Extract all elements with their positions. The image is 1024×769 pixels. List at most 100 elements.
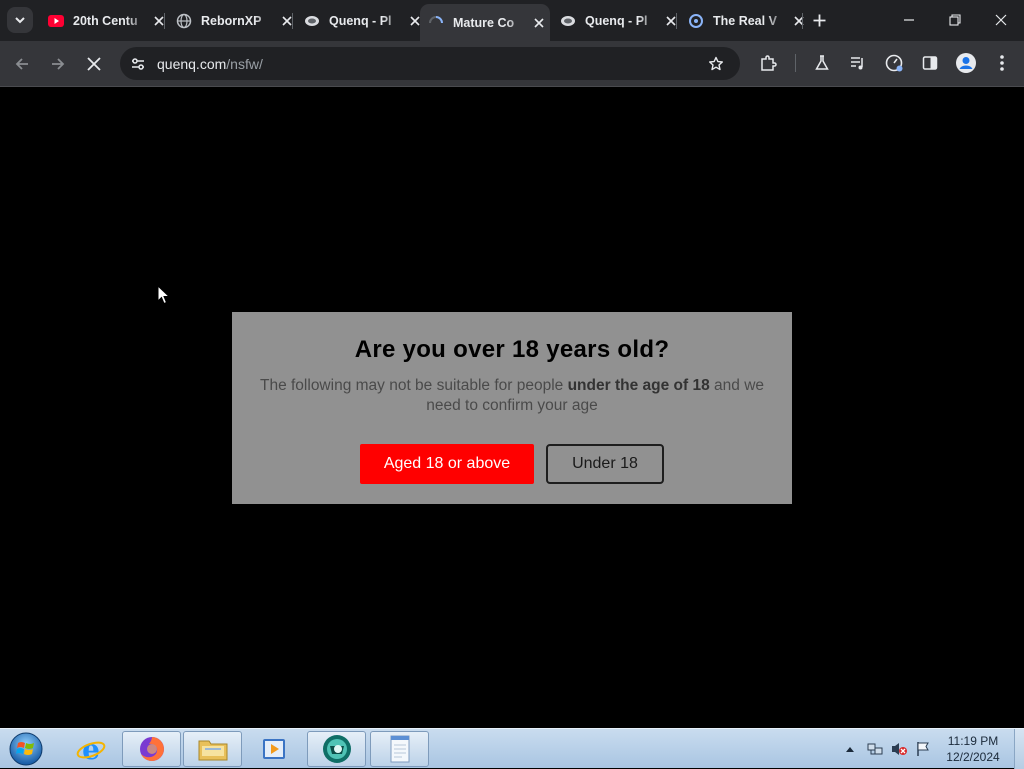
action-center-tray-button[interactable] [913, 729, 933, 769]
tab-separator [164, 13, 165, 29]
tab-title: Quenq - Pl [585, 14, 648, 28]
back-button[interactable] [10, 52, 34, 76]
firefox-icon [139, 737, 164, 761]
age-verification-dialog: Are you over 18 years old? The following… [232, 312, 792, 504]
tab-title: RebornXP [201, 14, 262, 28]
taskbar-internet-explorer[interactable]: e [61, 731, 120, 767]
start-button[interactable] [6, 730, 46, 768]
url-path: /nsfw/ [226, 56, 263, 72]
clock-time: 11:19 PM [947, 734, 999, 748]
dialog-message: The following may not be suitable for pe… [257, 376, 767, 416]
message-text: The following may not be suitable for pe… [259, 377, 568, 394]
mouse-cursor-icon [157, 284, 171, 310]
close-icon [995, 14, 1007, 26]
tab-search-button[interactable] [7, 7, 33, 33]
taskbar: e 11:19 PM 12/2/2024 [0, 728, 1024, 769]
confirm-age-button[interactable]: Aged 18 or above [360, 444, 534, 484]
tab-quenq-1[interactable]: Quenq - Pl [296, 6, 423, 36]
network-tray-button[interactable] [865, 729, 885, 769]
close-icon[interactable] [791, 13, 807, 29]
flask-icon [815, 55, 829, 70]
stop-loading-button[interactable] [82, 52, 106, 76]
quenq-icon [560, 13, 576, 29]
show-hidden-icons-button[interactable] [843, 729, 857, 769]
tune-icon [132, 58, 144, 70]
dialog-title: Are you over 18 years old? [354, 336, 670, 363]
media-player-icon [262, 739, 285, 759]
menu-button[interactable] [991, 52, 1013, 74]
close-icon[interactable] [531, 15, 547, 31]
message-emphasis: under the age of 18 [567, 377, 710, 394]
flag-icon [917, 742, 929, 756]
tab-title: The Real V [713, 14, 777, 28]
address-bar[interactable]: quenq.com/nsfw/ [120, 47, 740, 80]
svg-text:e: e [82, 734, 100, 764]
arrow-right-icon [52, 58, 65, 70]
arrow-left-icon [15, 58, 28, 70]
side-panel-button[interactable] [919, 52, 941, 74]
url-text[interactable]: quenq.com/nsfw/ [157, 56, 263, 72]
url-host: quenq.com [157, 56, 227, 72]
tab-rebornxp[interactable]: RebornXP [168, 6, 295, 36]
tab-the-real[interactable]: The Real V [680, 6, 807, 36]
profile-button[interactable] [955, 52, 977, 74]
taskbar-notepad[interactable] [370, 731, 429, 767]
close-window-button[interactable] [989, 8, 1013, 32]
youtube-icon [48, 13, 64, 29]
chevron-down-icon [15, 17, 25, 24]
toolbar-divider [795, 54, 796, 72]
taskbar-media-player[interactable] [244, 731, 303, 767]
site-icon [688, 13, 704, 29]
minimize-button[interactable] [897, 8, 921, 32]
tab-separator [802, 13, 803, 29]
volume-tray-button[interactable] [889, 729, 909, 769]
media-controls-button[interactable] [847, 52, 869, 74]
quenq-icon [304, 13, 320, 29]
puzzle-icon [761, 55, 777, 71]
bookmark-button[interactable] [706, 54, 726, 74]
tab-title: Quenq - Pl [329, 14, 392, 28]
restore-button[interactable] [943, 8, 967, 32]
taskbar-file-explorer[interactable] [183, 731, 242, 767]
loading-icon [428, 15, 444, 31]
labs-button[interactable] [811, 52, 833, 74]
new-tab-button[interactable] [808, 9, 830, 31]
system-clock[interactable]: 11:19 PM 12/2/2024 [938, 733, 1008, 765]
forward-button[interactable] [46, 52, 70, 76]
internet-explorer-icon: e [76, 734, 105, 764]
avatar-icon [956, 53, 976, 73]
side-panel-icon [922, 56, 938, 70]
tab-title: Mature Co [453, 15, 515, 30]
speed-icon [885, 54, 903, 72]
page-content: Are you over 18 years old? The following… [0, 87, 1024, 728]
file-explorer-icon [198, 740, 227, 761]
show-desktop-button[interactable] [1014, 729, 1024, 769]
notepad-icon [390, 735, 409, 763]
taskbar-chrome[interactable] [307, 731, 366, 767]
globe-icon [176, 13, 192, 29]
windows-orb-icon [9, 732, 43, 766]
tab-title: 20th Centu [73, 14, 138, 28]
volume-muted-icon [892, 743, 907, 755]
clock-date: 12/2/2024 [946, 750, 1000, 764]
under-18-button[interactable]: Under 18 [546, 444, 664, 484]
more-vert-icon [1000, 55, 1004, 71]
chevron-up-icon [846, 747, 854, 752]
tab-separator [676, 13, 677, 29]
site-info-button[interactable] [128, 54, 148, 74]
tab-youtube[interactable]: 20th Centu [40, 6, 167, 36]
extensions-button[interactable] [757, 52, 779, 74]
taskbar-firefox[interactable] [122, 731, 181, 767]
restore-icon [949, 14, 961, 26]
tab-mature-active[interactable]: Mature Co [420, 4, 550, 41]
star-icon [709, 56, 723, 71]
tab-quenq-2[interactable]: Quenq - Pl [552, 6, 679, 36]
chrome-icon [322, 735, 351, 763]
plus-icon [813, 14, 825, 26]
network-icon [867, 743, 883, 755]
performance-button[interactable] [883, 52, 905, 74]
browser-toolbar: quenq.com/nsfw/ [0, 41, 1024, 87]
close-icon [87, 57, 101, 71]
tab-separator [292, 13, 293, 29]
minimize-icon [904, 19, 914, 21]
